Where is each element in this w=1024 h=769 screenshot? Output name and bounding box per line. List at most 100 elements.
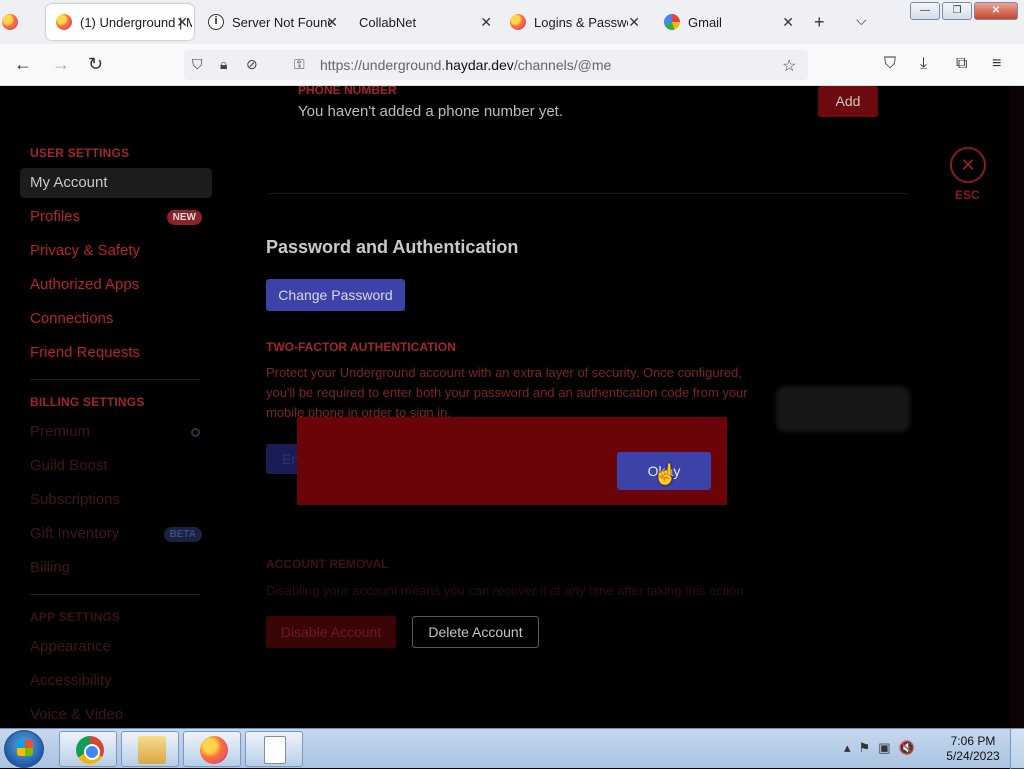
extensions-icon[interactable]: ⧉ <box>956 55 967 73</box>
sidebar-item-label: My Account <box>30 174 108 191</box>
sidebar-item-label: Gift Inventory <box>30 525 120 542</box>
sidebar-item-my-account[interactable]: My Account <box>20 168 212 198</box>
info-icon: i <box>208 14 224 30</box>
tab-logins-passwords[interactable]: Logins & Passwor ✕ <box>500 4 646 40</box>
tab-title: CollabNet <box>359 14 417 30</box>
start-button[interactable] <box>4 730 44 768</box>
pocket-icon[interactable]: ⛉ <box>884 55 896 73</box>
sidebar-item-friend-requests[interactable]: Friend Requests <box>20 338 212 368</box>
sidebar-item-authorized-apps[interactable]: Authorized Apps <box>20 270 212 300</box>
sidebar-item-guild-boost[interactable]: Guild Boost <box>20 451 212 481</box>
sidebar-item-label: Billing <box>30 559 71 576</box>
tab-server-not-found[interactable]: i Server Not Found ✕ <box>198 4 344 40</box>
system-tray: ▴ ⚑ ▣ 🔇 <box>844 740 915 756</box>
tab-close-icon[interactable]: ✕ <box>326 14 338 31</box>
windows-logo-icon <box>17 740 33 756</box>
sidebar-item-label: Connections <box>30 310 114 327</box>
sidebar-item-voice-video[interactable]: Voice & Video <box>20 700 212 728</box>
scrollbar-track[interactable] <box>1010 86 1024 728</box>
close-window-button[interactable]: ✕ <box>974 2 1018 20</box>
tray-expand-icon[interactable]: ▴ <box>844 740 851 756</box>
add-phone-button[interactable]: Add <box>818 86 878 117</box>
disable-account-button[interactable]: Disable Account <box>266 616 396 648</box>
esc-close-icon[interactable]: ✕ <box>950 147 986 183</box>
account-removal-description: Disabling your account means you can rec… <box>266 583 748 598</box>
browser-tab-bar: (1) Underground | My ✕ i Server Not Foun… <box>0 0 1024 44</box>
sidebar-item-label: Friend Requests <box>30 344 141 361</box>
sidebar-item-label: Authorized Apps <box>30 276 140 293</box>
url-bar[interactable]: ⛉ 🔒︎ ⊘ ⚿ https://underground.haydar.dev/… <box>184 50 808 80</box>
firefox-icon <box>200 736 228 764</box>
clock-time: 7:06 PM <box>950 734 996 748</box>
sidebar-item-label: Appearance <box>30 638 111 655</box>
tab-list-chevron-icon[interactable]: ⌵ <box>856 12 867 29</box>
url-text: https://underground.haydar.dev/channels/… <box>320 57 612 73</box>
tab-close-icon[interactable]: ✕ <box>176 14 188 31</box>
delete-account-button[interactable]: Delete Account <box>412 616 539 648</box>
app-settings-header: APP SETTINGS <box>30 610 121 624</box>
tab-title: Server Not Found <box>232 14 332 30</box>
sidebar-item-label: Premium <box>30 423 91 440</box>
lock-icon[interactable]: 🔒︎ <box>220 56 227 73</box>
restore-button[interactable]: ❐ <box>942 2 972 20</box>
browser-nav-bar: ← → ↻ ⛉ 🔒︎ ⊘ ⚿ https://underground.hayda… <box>0 44 1024 86</box>
sidebar-item-gift-inventory[interactable]: Gift Inventory BETA <box>20 519 212 549</box>
taskbar-notepad[interactable] <box>245 731 303 767</box>
forward-arrow-icon[interactable]: → <box>52 54 70 75</box>
bookmark-star-icon[interactable]: ☆ <box>782 56 796 76</box>
tab-close-icon[interactable]: ✕ <box>628 14 640 31</box>
hand-cursor-icon: ☝ <box>653 464 678 486</box>
folder-icon <box>138 736 166 764</box>
sidebar-item-premium[interactable]: Premium <box>20 417 212 447</box>
download-icon[interactable]: ⤓ <box>920 55 927 73</box>
sidebar-divider <box>30 594 200 595</box>
esc-label: ESC <box>955 188 980 202</box>
key-icon[interactable]: ⚿ <box>294 56 305 73</box>
show-desktop-button[interactable] <box>1010 729 1024 769</box>
tab-collabnet[interactable]: CollabNet ✕ <box>350 4 498 40</box>
account-removal-label: ACCOUNT REMOVAL <box>266 557 389 571</box>
firefox-menu-icon[interactable] <box>2 14 18 30</box>
system-clock[interactable]: 7:06 PM 5/24/2023 <box>944 734 1002 764</box>
sidebar-item-accessibility[interactable]: Accessibility <box>20 666 212 696</box>
phone-number-text: You haven't added a phone number yet. <box>298 103 564 120</box>
sidebar-item-profiles[interactable]: Profiles NEW <box>20 202 212 232</box>
back-arrow-icon[interactable]: ← <box>14 54 32 75</box>
tab-close-icon[interactable]: ✕ <box>782 14 794 31</box>
hamburger-menu-icon[interactable]: ≡ <box>992 55 1001 73</box>
change-password-button[interactable]: Change Password <box>266 279 405 311</box>
tab-gmail[interactable]: Gmail ✕ <box>654 4 800 40</box>
beta-badge: BETA <box>163 527 202 542</box>
premium-status-icon <box>191 428 200 437</box>
reload-icon[interactable]: ↻ <box>88 54 103 75</box>
minimize-button[interactable]: — <box>910 2 940 20</box>
settings-sidebar: USER SETTINGS My Account Profiles NEW Pri… <box>0 86 228 728</box>
chrome-icon <box>76 736 104 764</box>
tab-underground[interactable]: (1) Underground | My ✕ <box>46 4 194 40</box>
sidebar-item-appearance[interactable]: Appearance <box>20 632 212 662</box>
shield-icon[interactable]: ⛉ <box>192 56 203 73</box>
settings-content: PHONE NUMBER You haven't added a phone n… <box>228 86 1024 728</box>
tab-title: Gmail <box>688 14 722 30</box>
network-icon[interactable]: ▣ <box>878 740 890 756</box>
sidebar-item-subscriptions[interactable]: Subscriptions <box>20 485 212 515</box>
password-auth-heading: Password and Authentication <box>266 237 519 257</box>
settings-page: USER SETTINGS My Account Profiles NEW Pri… <box>0 86 1024 728</box>
action-center-icon[interactable]: ⚑ <box>859 740 871 756</box>
taskbar-chrome[interactable] <box>59 731 117 767</box>
volume-muted-icon[interactable]: 🔇 <box>898 740 914 756</box>
phone-number-label: PHONE NUMBER <box>298 86 397 97</box>
sidebar-item-connections[interactable]: Connections <box>20 304 212 334</box>
new-tab-button[interactable]: + <box>814 12 825 33</box>
taskbar-firefox[interactable] <box>183 731 241 767</box>
taskbar-explorer[interactable] <box>121 731 179 767</box>
firefox-icon <box>510 14 526 30</box>
tracking-icon[interactable]: ⊘ <box>246 56 258 73</box>
notification-toast: Okay ☝ <box>297 417 727 505</box>
sidebar-item-billing[interactable]: Billing <box>20 553 212 583</box>
new-badge: NEW <box>166 210 202 225</box>
file-icon <box>264 736 286 764</box>
sidebar-item-privacy-safety[interactable]: Privacy & Safety <box>20 236 212 266</box>
tab-close-icon[interactable]: ✕ <box>480 14 492 31</box>
sidebar-item-label: Privacy & Safety <box>30 242 141 259</box>
